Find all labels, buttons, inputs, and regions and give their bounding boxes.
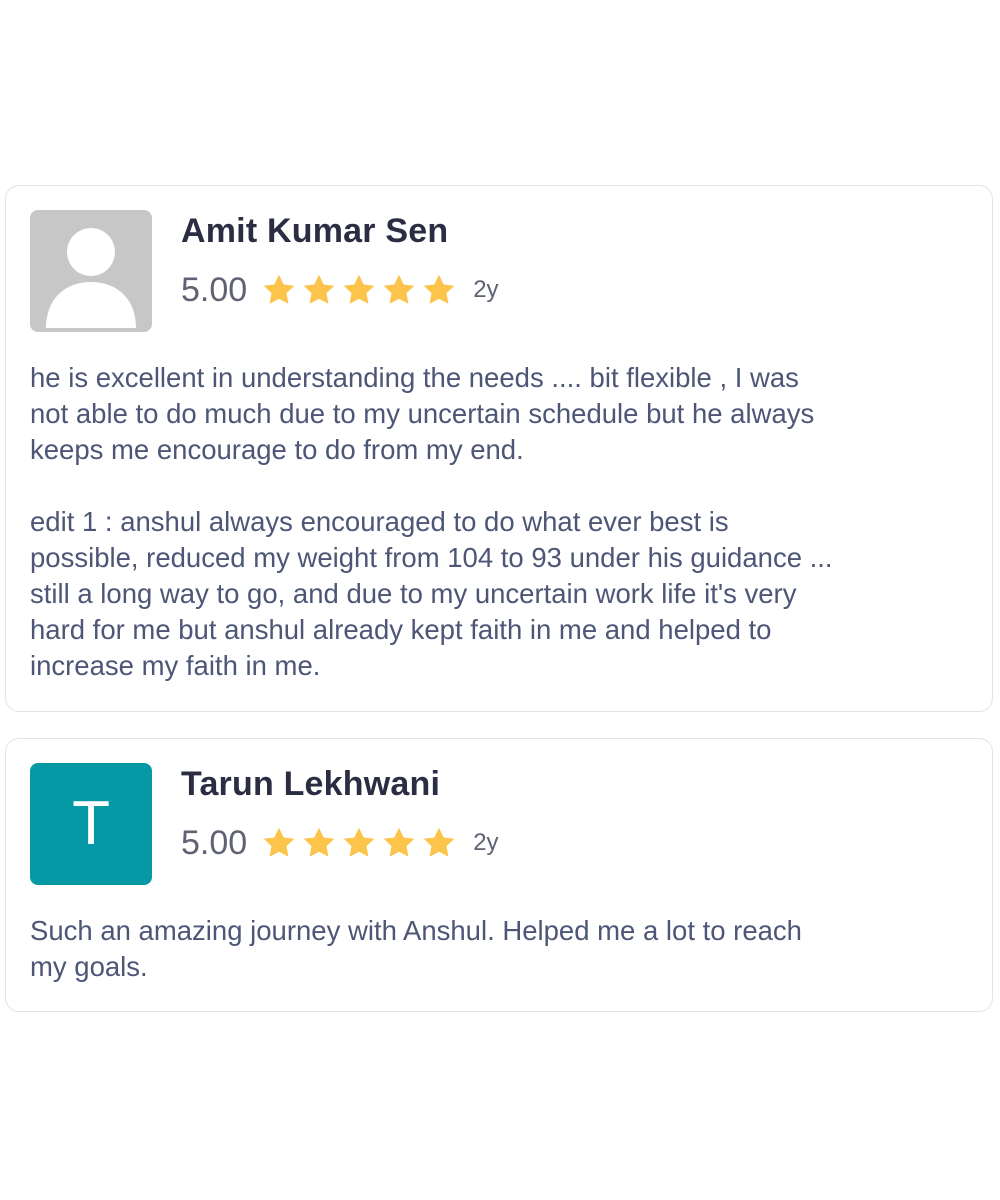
review-card: T Tarun Lekhwani 5.00 2y Such an amazing… <box>5 738 993 1012</box>
reviewer-name: Tarun Lekhwani <box>181 765 441 803</box>
rating-value: 5.00 <box>181 270 248 309</box>
star-icon <box>383 827 415 857</box>
reviewer-name: Amit Kumar Sen <box>181 212 449 250</box>
review-age: 2y <box>473 276 499 303</box>
rating-value: 5.00 <box>181 823 248 862</box>
star-rating <box>261 825 461 861</box>
reviews-page: Amit Kumar Sen 5.00 2y he is excellent i… <box>0 0 1000 1200</box>
review-age: 2y <box>473 829 499 856</box>
star-icon <box>303 274 335 304</box>
avatar-initial: T <box>30 763 152 885</box>
review-text: he is excellent in understanding the nee… <box>30 362 833 681</box>
user-avatar-icon <box>30 210 152 332</box>
star-icon <box>263 827 295 857</box>
star-icon <box>303 827 335 857</box>
star-icon <box>343 274 375 304</box>
star-icon <box>263 274 295 304</box>
star-rating <box>261 272 461 308</box>
rating-row: 5.00 2y <box>181 821 499 865</box>
rating-row: 5.00 2y <box>181 268 499 312</box>
star-icon <box>343 827 375 857</box>
star-icon <box>423 274 455 304</box>
review-text: Such an amazing journey with Anshul. Hel… <box>30 915 802 982</box>
star-icon <box>383 274 415 304</box>
star-icon <box>423 827 455 857</box>
review-card: Amit Kumar Sen 5.00 2y he is excellent i… <box>5 185 993 712</box>
